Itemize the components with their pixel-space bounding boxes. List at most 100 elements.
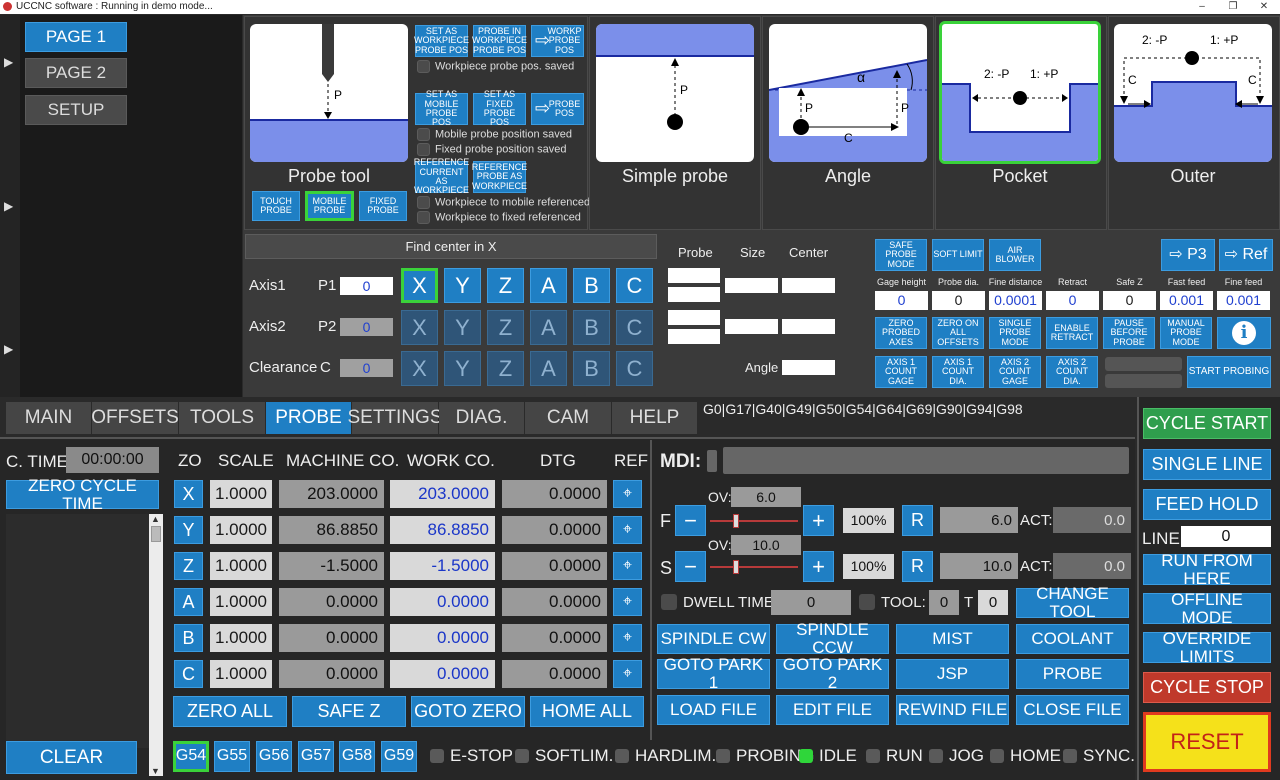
ref-axis-button[interactable]: ⌖ [613, 660, 642, 688]
home-all-button[interactable]: HOME ALL [530, 696, 644, 727]
zero-axis-button[interactable]: X [174, 480, 203, 508]
set-fixed-probe-pos-button[interactable]: SET AS FIXED PROBE POS [473, 89, 526, 127]
override-limits-button[interactable]: OVERRIDE LIMITS [1143, 629, 1271, 665]
work-coordinate[interactable]: 0.0000 [390, 624, 495, 652]
message-scrollbar[interactable]: ▲ ▼ [149, 514, 163, 776]
axis2-count-dia-button[interactable]: AXIS 2 COUNT DIA. [1046, 356, 1098, 388]
manual-probe-mode-button[interactable]: MANUAL PROBE MODE [1160, 317, 1212, 349]
goto-zero-button[interactable]: GOTO ZERO [411, 696, 525, 727]
tab-offsets[interactable]: OFFSETS [91, 402, 179, 434]
work-coordinate[interactable]: 0.0000 [390, 660, 495, 688]
spindle-cw-button[interactable]: SPINDLE CW [657, 624, 770, 654]
clearance-input[interactable]: 0 [340, 359, 393, 377]
clearance-c-button[interactable]: C [616, 351, 653, 386]
feed-plus-button[interactable]: + [803, 505, 834, 536]
fine-feed-input[interactable]: 0.001 [1217, 291, 1270, 310]
reference-probe-button[interactable]: REFERENCE PROBE AS WORKPIECE [472, 161, 527, 193]
tab-main[interactable]: MAIN [6, 402, 92, 434]
tab-settings[interactable]: SETTINGS [348, 402, 443, 434]
reset-button[interactable]: RESET [1143, 712, 1271, 772]
zero-axis-button[interactable]: A [174, 588, 203, 616]
axis2-c-button[interactable]: C [616, 310, 653, 345]
scale-field[interactable]: 1.0000 [210, 624, 272, 652]
clearance-z-button[interactable]: Z [487, 351, 524, 386]
fixture-g59-button[interactable]: G59 [381, 741, 417, 772]
fine-distance-input[interactable]: 0.0001 [989, 291, 1042, 310]
ref-axis-button[interactable]: ⌖ [613, 552, 642, 580]
cycle-start-button[interactable]: CYCLE START [1143, 408, 1271, 439]
clearance-a-button[interactable]: A [530, 351, 567, 386]
fixture-g54-button[interactable]: G54 [173, 741, 209, 772]
axis1-c-button[interactable]: C [616, 268, 653, 303]
axis2-y-button[interactable]: Y [444, 310, 481, 345]
tab-cam[interactable]: CAM [525, 402, 612, 434]
goto-park-2-button[interactable]: GOTO PARK 2 [776, 656, 889, 691]
goto-probe-pos-button[interactable]: ⇨ PROBE POS [531, 93, 584, 125]
info-button[interactable]: i [1217, 317, 1271, 349]
retract-input[interactable]: 0 [1046, 291, 1099, 310]
axis1-y-button[interactable]: Y [444, 268, 481, 303]
scroll-thumb[interactable] [151, 526, 161, 542]
ref-axis-button[interactable]: ⌖ [613, 624, 642, 652]
ref-axis-button[interactable]: ⌖ [613, 516, 642, 544]
spindle-plus-button[interactable]: + [803, 551, 834, 582]
axis1-b-button[interactable]: B [573, 268, 610, 303]
spindle-slider-track[interactable] [710, 566, 798, 568]
p2-input[interactable]: 0 [340, 318, 393, 336]
fixture-g57-button[interactable]: G57 [298, 741, 334, 772]
zero-axis-button[interactable]: B [174, 624, 203, 652]
tool-input[interactable]: 0 [929, 590, 959, 615]
reference-current-button[interactable]: REFERENCE CURRENT AS WORKPIECE [414, 157, 470, 195]
setup-button[interactable]: SETUP [25, 95, 127, 125]
gage-height-input[interactable]: 0 [875, 291, 928, 310]
simple-probe-picture[interactable]: P [596, 24, 754, 162]
tab-tools[interactable]: TOOLS [179, 402, 266, 434]
single-probe-mode-button[interactable]: SINGLE PROBE MODE [989, 317, 1041, 349]
tool-checkbox[interactable] [859, 594, 875, 610]
line-input[interactable]: 0 [1181, 526, 1271, 547]
safe-z-input[interactable]: 0 [1103, 291, 1156, 310]
mist-button[interactable]: MIST [896, 624, 1009, 654]
change-tool-button[interactable]: CHANGE TOOL [1016, 585, 1129, 620]
axis2-count-gage-button[interactable]: AXIS 2 COUNT GAGE [989, 356, 1041, 388]
scroll-down-icon[interactable]: ▼ [151, 766, 160, 776]
axis2-z-button[interactable]: Z [487, 310, 524, 345]
expand-arrow-icon[interactable]: ▶ [4, 342, 13, 356]
expand-arrow-icon[interactable]: ▶ [4, 199, 13, 213]
work-coordinate[interactable]: 0.0000 [390, 588, 495, 616]
scale-field[interactable]: 1.0000 [210, 552, 272, 580]
cycle-stop-button[interactable]: CYCLE STOP [1143, 672, 1271, 703]
scale-field[interactable]: 1.0000 [210, 588, 272, 616]
fixture-g56-button[interactable]: G56 [256, 741, 292, 772]
offline-mode-button[interactable]: OFFLINE MODE [1143, 590, 1271, 626]
coolant-button[interactable]: COOLANT [1016, 624, 1129, 654]
zero-all-button[interactable]: ZERO ALL [173, 696, 287, 727]
outer-picture[interactable]: 2: -P 1: +P C C [1114, 24, 1272, 162]
ref-axis-button[interactable]: ⌖ [613, 480, 642, 508]
axis1-x-button[interactable]: X [401, 268, 438, 303]
spindle-reset-button[interactable]: R [902, 551, 933, 582]
goto-p3-button[interactable]: ⇨ P3 [1161, 239, 1215, 271]
scroll-up-icon[interactable]: ▲ [151, 514, 160, 524]
scale-field[interactable]: 1.0000 [210, 516, 272, 544]
spindle-percent-button[interactable]: 100% [843, 554, 894, 579]
close-file-button[interactable]: CLOSE FILE [1016, 695, 1129, 725]
feed-slider-thumb[interactable] [733, 514, 740, 528]
t-input[interactable]: 0 [978, 590, 1008, 615]
jsp-button[interactable]: JSP [896, 659, 1009, 689]
feed-hold-button[interactable]: FEED HOLD [1143, 489, 1271, 520]
ref-axis-button[interactable]: ⌖ [613, 588, 642, 616]
set-mobile-probe-pos-button[interactable]: SET AS MOBILE PROBE POS [415, 89, 468, 127]
work-coordinate[interactable]: -1.5000 [390, 552, 495, 580]
safe-probe-mode-button[interactable]: SAFE PROBE MODE [875, 239, 927, 271]
zero-on-all-offsets-button[interactable]: ZERO ON ALL OFFSETS [932, 317, 984, 349]
scale-field[interactable]: 1.0000 [210, 660, 272, 688]
zero-cycle-time-button[interactable]: ZERO CYCLE TIME [6, 476, 159, 512]
rewind-file-button[interactable]: REWIND FILE [896, 695, 1009, 725]
axis2-x-button[interactable]: X [401, 310, 438, 345]
goto-ref-button[interactable]: ⇨ Ref [1219, 239, 1273, 271]
zero-axis-button[interactable]: Y [174, 516, 203, 544]
pause-before-probe-button[interactable]: PAUSE BEFORE PROBE [1103, 317, 1155, 349]
goto-workpiece-probe-pos-button[interactable]: ⇨ WORKP PROBE POS [531, 25, 584, 57]
feed-slider-track[interactable] [710, 520, 798, 522]
